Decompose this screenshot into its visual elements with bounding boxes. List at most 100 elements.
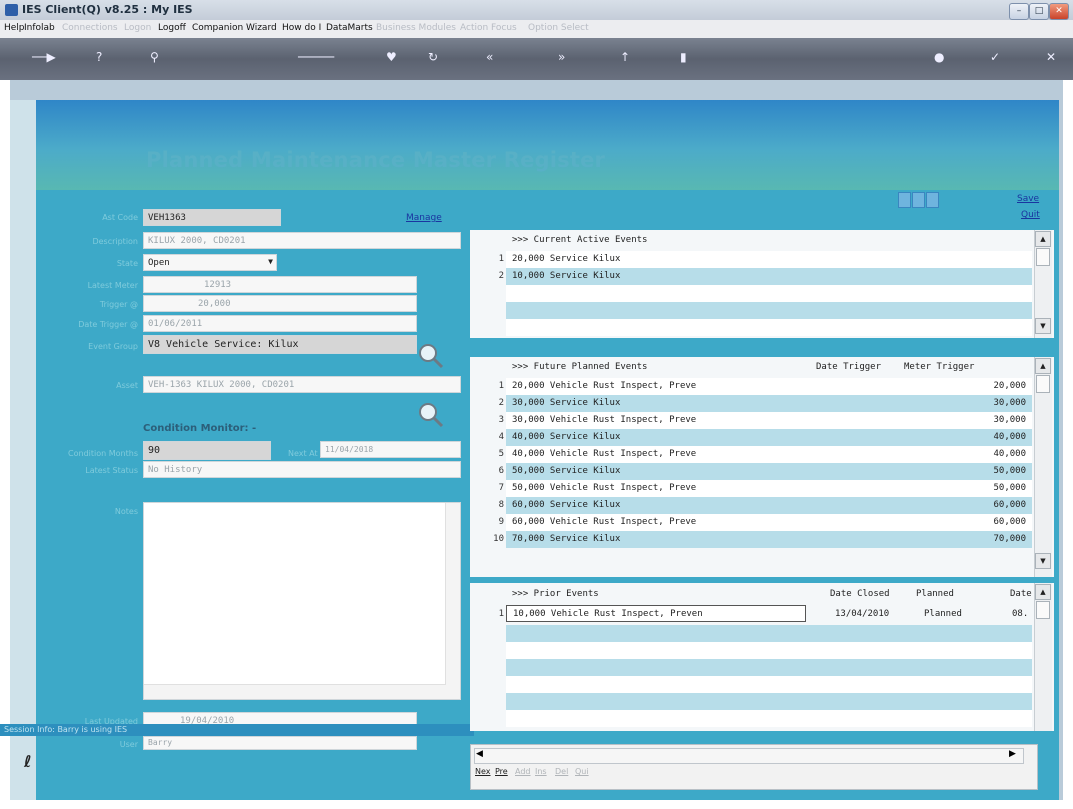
state-select[interactable]: Open ▼ [143,254,277,271]
prev-button[interactable]: Pre [495,767,508,776]
maximize-icon[interactable]: □ [1029,3,1049,20]
future-event-row[interactable]: 30,000 Vehicle Rust Inspect, Preve 30,000 [506,412,1032,429]
apps-icon[interactable]: ● [934,50,944,64]
save-link[interactable]: Save [1017,194,1039,204]
future-event-row[interactable]: 30,000 Service Kilux 30,000 [506,395,1032,412]
manage-link[interactable]: Manage [406,213,442,223]
condition-months-field[interactable]: 90 [143,441,271,460]
notes-textarea[interactable] [143,502,461,700]
rewind-icon[interactable]: « [486,50,493,64]
description-field[interactable]: KILUX 2000, CD0201 [143,232,461,249]
current-event-row[interactable]: 20,000 Service Kilux [506,251,1032,268]
current-event-row-empty[interactable] [506,319,1032,336]
insert-button[interactable]: Ins [535,767,547,776]
add-button[interactable]: Add [515,767,531,776]
menu-business-modules[interactable]: Business Modules [376,23,456,33]
prior-event-row-empty[interactable] [506,659,1032,676]
scroll-up-icon[interactable]: ▲ [1035,584,1051,600]
back-arrow-icon[interactable]: ──▶ [32,50,56,64]
delete-button[interactable]: Del [555,767,568,776]
future-events-scrollbar[interactable]: ▲ ▼ [1034,357,1052,577]
menu-option-select[interactable]: Option Select [528,23,589,33]
nav-hscrollbar[interactable]: ◀ ▶ [474,748,1024,764]
scroll-thumb[interactable] [1036,375,1050,393]
current-event-row[interactable]: 10,000 Service Kilux [506,268,1032,285]
asset-field[interactable]: VEH-1363 KILUX 2000, CD0201 [143,376,461,393]
scroll-down-icon[interactable]: ▼ [1035,553,1051,569]
scroll-thumb[interactable] [1036,601,1050,619]
help-icon[interactable]: ? [96,50,102,64]
notes-hscrollbar[interactable] [144,684,446,699]
menu-action-focus[interactable]: Action Focus [460,23,517,33]
asset-code-field[interactable]: VEH1363 [143,209,281,226]
future-event-row[interactable]: 50,000 Service Kilux 50,000 [506,463,1032,480]
quit-nav-button[interactable]: Qui [575,767,589,776]
menu-companion[interactable]: Companion [192,23,243,33]
current-events-scrollbar[interactable]: ▲ ▼ [1034,230,1052,338]
menu-logoff[interactable]: Logoff [158,23,186,33]
ribbon-slider-icon[interactable]: ───── [298,50,334,64]
quit-link[interactable]: Quit [1021,210,1040,220]
scroll-right-icon[interactable]: ▶ [1009,749,1016,759]
prior-event-row-empty[interactable] [506,625,1032,642]
scroll-left-icon[interactable]: ◀ [476,749,483,759]
trigger-field[interactable]: 20,000 [143,295,417,312]
scroll-thumb[interactable] [1036,248,1050,266]
future-event-row[interactable]: 40,000 Vehicle Rust Inspect, Preve 40,000 [506,446,1032,463]
minimize-icon[interactable]: – [1009,3,1029,20]
latest-status-field[interactable]: No History [143,461,461,478]
current-event-row-empty[interactable] [506,285,1032,302]
menu-datamarts[interactable]: DataMarts [326,23,373,33]
menu-infolab[interactable]: Infolab [24,23,55,33]
next-button[interactable]: Nex [475,767,491,776]
prior-event-row-empty[interactable] [506,693,1032,710]
forward-icon[interactable]: » [558,50,565,64]
calendar-icon[interactable] [898,192,940,212]
menu-how-do-i[interactable]: How do I [282,23,321,33]
up-arrow-icon[interactable]: ↑ [620,50,630,64]
prior-events-scrollbar[interactable]: ▲ [1034,583,1052,731]
search-icon[interactable]: ⚲ [150,50,159,64]
prior-event-row-empty[interactable] [506,676,1032,693]
future-event-row[interactable]: 70,000 Service Kilux 70,000 [506,531,1032,548]
current-event-row-empty[interactable] [506,302,1032,319]
close-icon[interactable]: ✕ [1049,3,1069,20]
menu-help[interactable]: Help [4,23,25,33]
heart-icon[interactable]: ♥ [386,50,397,64]
prior-event-row[interactable]: 10,000 Vehicle Rust Inspect, Preven [506,605,806,622]
page-header [36,100,1059,190]
user-field[interactable]: Barry [143,736,417,750]
notes-label: Notes [114,507,138,516]
future-event-row[interactable]: 50,000 Vehicle Rust Inspect, Preve 50,000 [506,480,1032,497]
current-events-panel: >>> Current Active Events 1 20,000 Servi… [470,230,1054,338]
chevron-down-icon[interactable]: ▼ [268,257,273,266]
scroll-down-icon[interactable]: ▼ [1035,318,1051,334]
future-event-row[interactable]: 40,000 Service Kilux 40,000 [506,429,1032,446]
next-at-field[interactable]: 11/04/2018 [320,441,461,458]
record-navigation: ◀ ▶ Nex Pre Add Ins Del Qui [470,744,1038,790]
notes-scrollbar[interactable] [445,503,460,699]
menu-wizard[interactable]: Wizard [246,23,277,33]
refresh-icon[interactable]: ↻ [428,50,438,64]
condition-monitor-title: Condition Monitor: - [143,423,257,434]
future-event-row[interactable]: 60,000 Vehicle Rust Inspect, Preve 60,000 [506,514,1032,531]
check-icon[interactable]: ✓ [990,50,1000,64]
latest-status-label: Latest Status [85,466,138,475]
menu-connections[interactable]: Connections [62,23,118,33]
magnifier-icon[interactable] [418,343,444,369]
scroll-up-icon[interactable]: ▲ [1035,231,1051,247]
event-group-field[interactable]: V8 Vehicle Service: Kilux [143,335,417,354]
prior-event-row-empty[interactable] [506,710,1032,727]
prior-event-row-empty[interactable] [506,642,1032,659]
bookmark-icon[interactable]: ▮ [680,50,687,64]
left-marker: ℓ [24,752,32,771]
latest-meter-field[interactable]: 12913 [143,276,417,293]
menu-logon[interactable]: Logon [124,23,151,33]
asset-code-label: Ast Code [102,213,138,222]
date-trigger-field[interactable]: 01/06/2011 [143,315,417,332]
scroll-up-icon[interactable]: ▲ [1035,358,1051,374]
future-event-row[interactable]: 60,000 Service Kilux 60,000 [506,497,1032,514]
future-event-row[interactable]: 20,000 Vehicle Rust Inspect, Preve 20,000 [506,378,1032,395]
magnifier-icon[interactable] [418,402,444,428]
close-toolbar-icon[interactable]: ✕ [1046,50,1056,64]
